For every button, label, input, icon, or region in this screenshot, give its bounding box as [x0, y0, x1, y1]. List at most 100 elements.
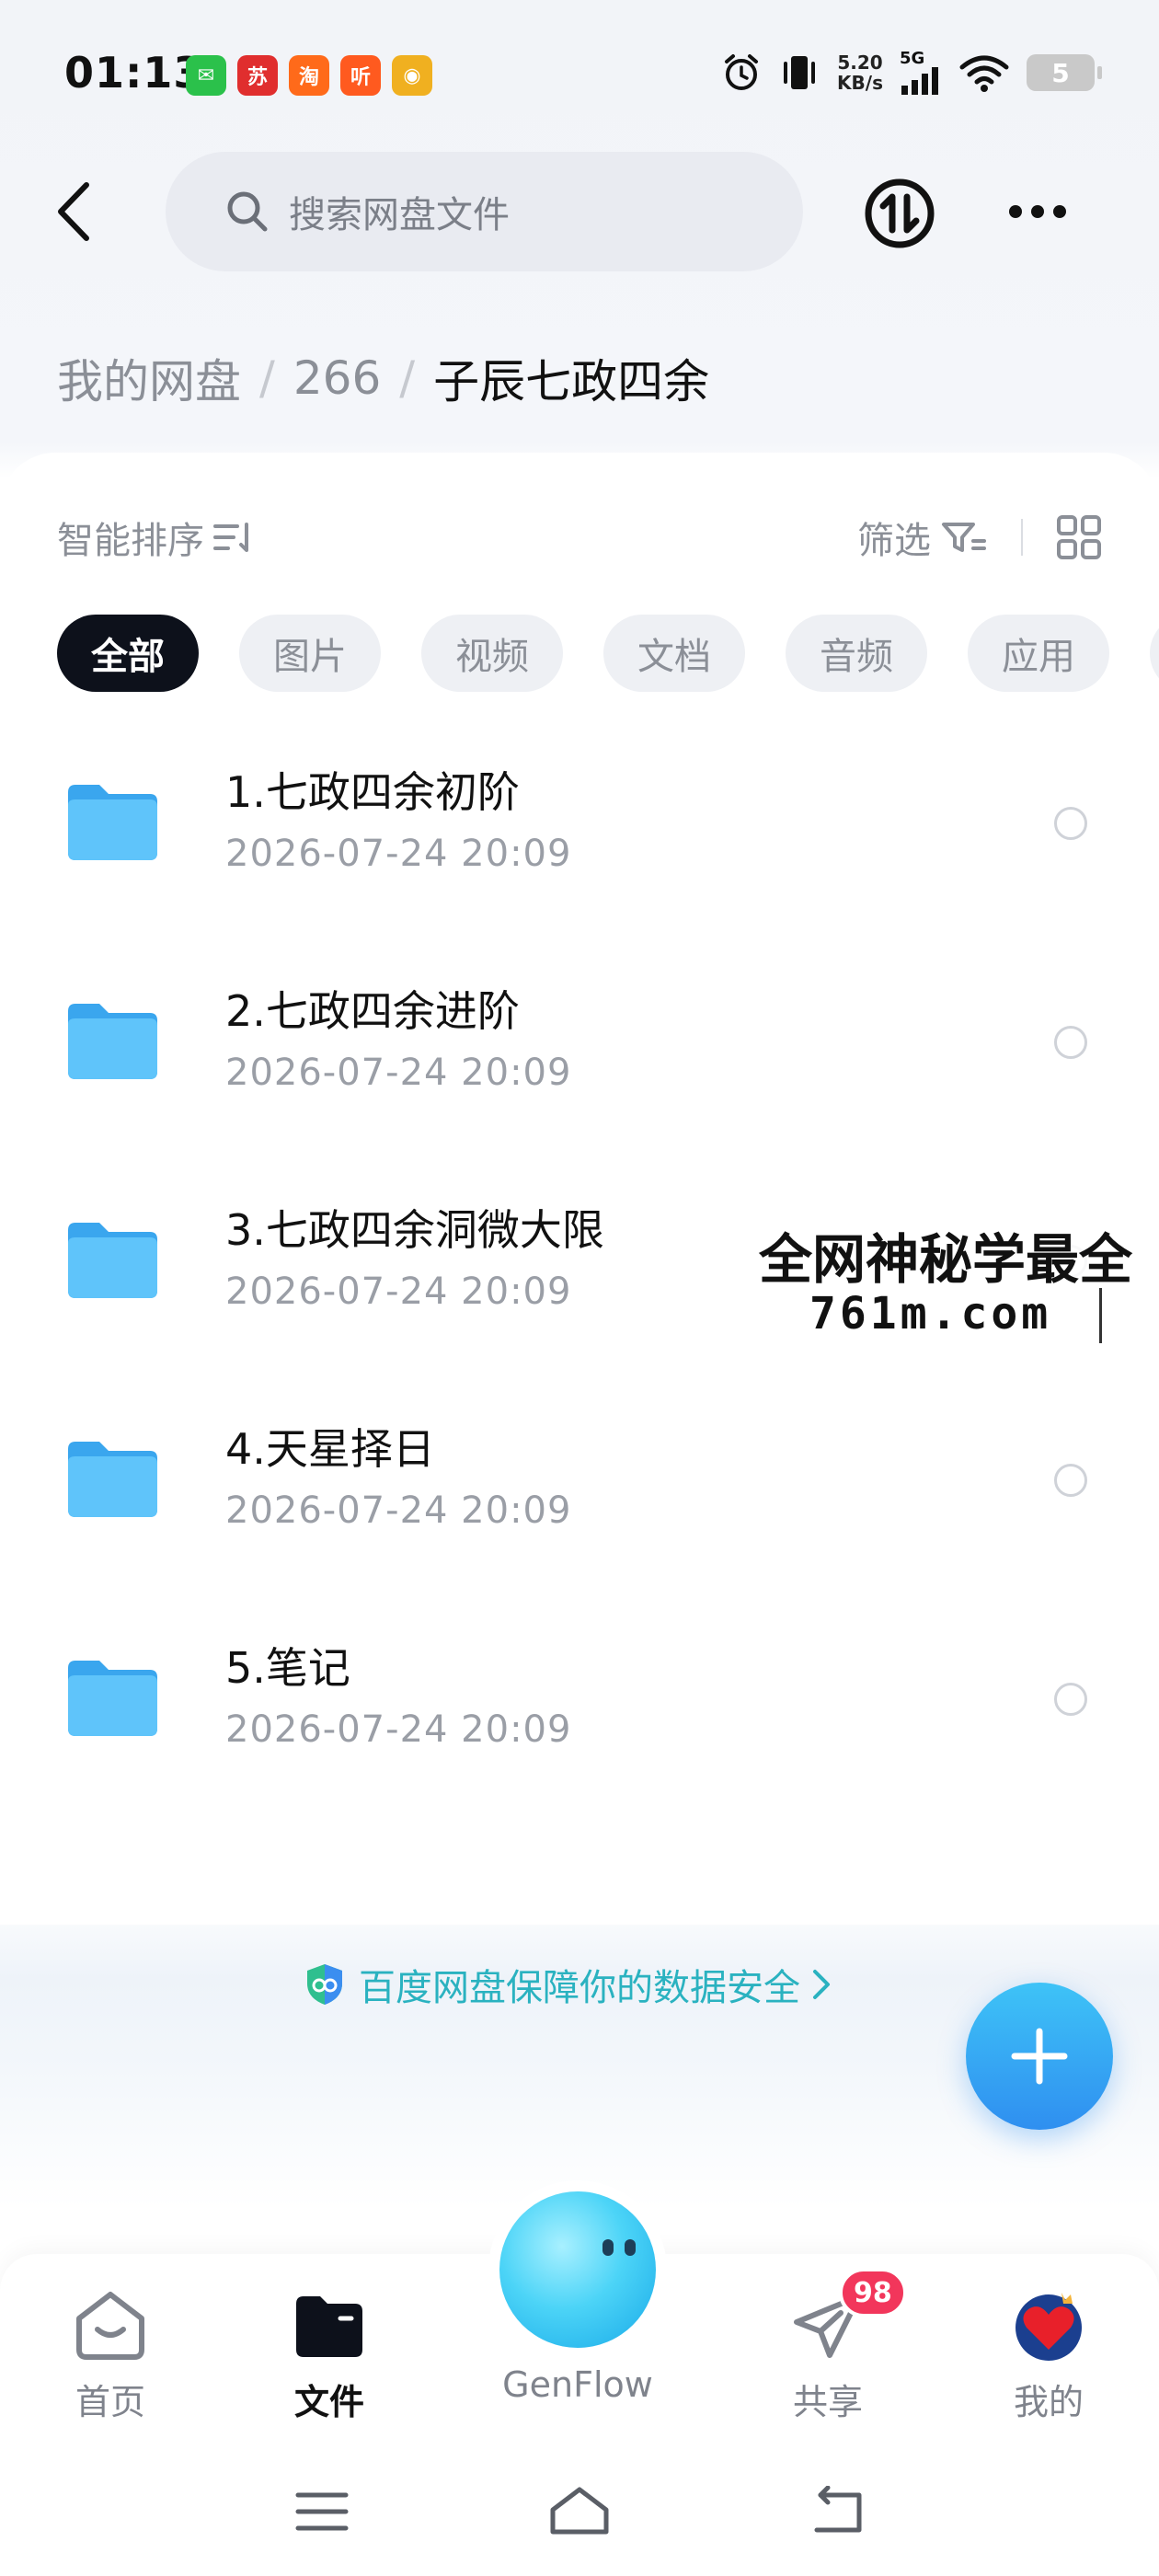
add-button[interactable]: [966, 1983, 1113, 2130]
watermark-line2: 761m.com: [809, 1288, 1052, 1340]
vibrate-icon: [784, 56, 816, 89]
chevron-left-icon: [58, 182, 89, 241]
file-row[interactable]: 5.笔记 2026-07-24 20:09: [0, 1589, 1159, 1808]
signal-icon: [901, 67, 938, 95]
status-bar: 01:13 ✉ 苏 淘 听 ◉ 5.20 KB/s 5G 5: [0, 0, 1159, 147]
select-checkbox[interactable]: [1054, 1026, 1087, 1059]
folder-icon: [68, 1661, 157, 1736]
search-input[interactable]: 搜索网盘文件: [166, 152, 803, 271]
nav-me[interactable]: 我的: [975, 2289, 1122, 2424]
search-placeholder: 搜索网盘文件: [289, 194, 510, 236]
battery-indicator: 5: [1027, 54, 1102, 91]
tab-documents[interactable]: 文档: [603, 615, 745, 692]
taobao-icon: 淘: [289, 55, 329, 96]
filter-button[interactable]: 筛选: [857, 511, 988, 564]
genflow-eye: [602, 2239, 614, 2256]
tab-all[interactable]: 全部: [57, 615, 199, 692]
file-name: 2.七政四余进阶: [225, 986, 520, 1036]
tab-audio[interactable]: 音频: [786, 615, 927, 692]
wechat-icon: ✉: [186, 55, 226, 96]
category-tabs: 全部 图片 视频 文档 音频 应用: [57, 615, 1159, 692]
status-time: 01:13: [64, 48, 204, 98]
network-type: 5G: [900, 49, 925, 68]
file-name: 5.笔记: [225, 1643, 350, 1693]
back-arrow-icon: [814, 2486, 862, 2533]
breadcrumb-separator: /: [399, 351, 416, 405]
menu-icon: [295, 2492, 349, 2531]
breadcrumb-item-root[interactable]: 我的网盘: [57, 345, 241, 411]
shield-icon: [307, 1964, 342, 2005]
folder-icon: [68, 1223, 157, 1298]
nav-genflow[interactable]: GenFlow: [486, 2191, 670, 2421]
ting-icon: 听: [340, 55, 381, 96]
select-checkbox[interactable]: [1054, 1683, 1087, 1716]
share-badge: 98: [839, 2268, 907, 2317]
xiaohongshu-icon: 苏: [237, 55, 278, 96]
grid-view-icon[interactable]: [1056, 514, 1102, 560]
breadcrumb-item-parent[interactable]: 266: [293, 351, 381, 405]
tab-more[interactable]: [1150, 615, 1159, 692]
tab-videos[interactable]: 视频: [421, 615, 563, 692]
notification-icons: ✉ 苏 淘 听 ◉: [186, 55, 432, 96]
net-speed: 5.20 KB/s: [837, 52, 883, 93]
genflow-eye: [625, 2239, 636, 2256]
nav-home[interactable]: 首页: [37, 2289, 184, 2424]
file-row[interactable]: 2.七政四余进阶 2026-07-24 20:09: [0, 932, 1159, 1151]
watermark-cursor: [1099, 1288, 1102, 1343]
status-right: 5.20 KB/s 5G 5: [721, 51, 1102, 95]
security-link[interactable]: 百度网盘保障你的数据安全: [304, 1958, 833, 2011]
folder-icon: [68, 1442, 157, 1517]
sort-icon: [213, 523, 248, 552]
nav-me-label: 我的: [1013, 2382, 1084, 2422]
file-row[interactable]: 1.七政四余初阶 2026-07-24 20:09: [0, 713, 1159, 932]
more-button[interactable]: [1001, 184, 1074, 239]
avatar-icon: [1016, 2293, 1082, 2361]
file-date: 2026-07-24 20:09: [225, 1708, 572, 1751]
back-button[interactable]: [41, 175, 106, 248]
breadcrumb-current: 子辰七政四余: [433, 355, 710, 408]
select-checkbox[interactable]: [1054, 1464, 1087, 1497]
more-dot-icon: [1053, 205, 1066, 218]
sort-button[interactable]: 智能排序: [57, 511, 254, 564]
more-dot-icon: [1009, 205, 1022, 218]
plus-icon: [1011, 2028, 1068, 2085]
transfer-icon: [865, 178, 935, 248]
file-date: 2026-07-24 20:09: [225, 1271, 572, 1313]
system-back-button[interactable]: [800, 2484, 874, 2539]
file-row[interactable]: 4.天星择日 2026-07-24 20:09: [0, 1370, 1159, 1589]
wifi-icon: [959, 55, 1009, 92]
home-icon: [76, 2292, 144, 2360]
nav-files[interactable]: 文件: [256, 2289, 403, 2424]
transfer-list-button[interactable]: [863, 177, 936, 250]
nav-share-label: 共享: [792, 2382, 863, 2422]
alarm-icon: [725, 54, 759, 90]
file-date: 2026-07-24 20:09: [225, 1489, 572, 1532]
recent-apps-button[interactable]: [285, 2484, 359, 2539]
weibo-icon: ◉: [392, 55, 432, 96]
nav-home-label: 首页: [75, 2382, 145, 2422]
divider: [1021, 519, 1023, 556]
file-name: 1.七政四余初阶: [225, 767, 520, 817]
filter-label: 筛选: [857, 520, 931, 562]
system-nav-bar: [0, 2438, 1159, 2576]
security-note-text: 百度网盘保障你的数据安全: [359, 1967, 800, 2009]
more-dot-icon: [1031, 205, 1044, 218]
net-speed-unit: KB/s: [837, 72, 883, 94]
search-icon: [227, 191, 268, 232]
watermark-line1: 全网神秘学最全: [759, 1228, 1133, 1291]
tab-images[interactable]: 图片: [239, 615, 381, 692]
file-name: 4.天星择日: [225, 1424, 435, 1474]
page: 01:13 ✉ 苏 淘 听 ◉ 5.20 KB/s 5G 5 搜索网盘文件 我的…: [0, 0, 1159, 2576]
system-home-button[interactable]: [543, 2484, 616, 2539]
signal-group: 5G: [900, 51, 942, 95]
sort-label: 智能排序: [57, 520, 204, 562]
breadcrumb: 我的网盘 / 266 / 子辰七政四余: [57, 345, 709, 411]
genflow-icon: [499, 2191, 656, 2348]
file-date: 2026-07-24 20:09: [225, 833, 572, 875]
file-date: 2026-07-24 20:09: [225, 1052, 572, 1094]
file-name: 3.七政四余洞微大限: [225, 1205, 604, 1255]
watermark-overlay: 全网神秘学最全 761m.com: [750, 1205, 1154, 1352]
tab-apps[interactable]: 应用: [968, 615, 1109, 692]
net-speed-value: 5.20: [837, 52, 883, 74]
select-checkbox[interactable]: [1054, 807, 1087, 840]
